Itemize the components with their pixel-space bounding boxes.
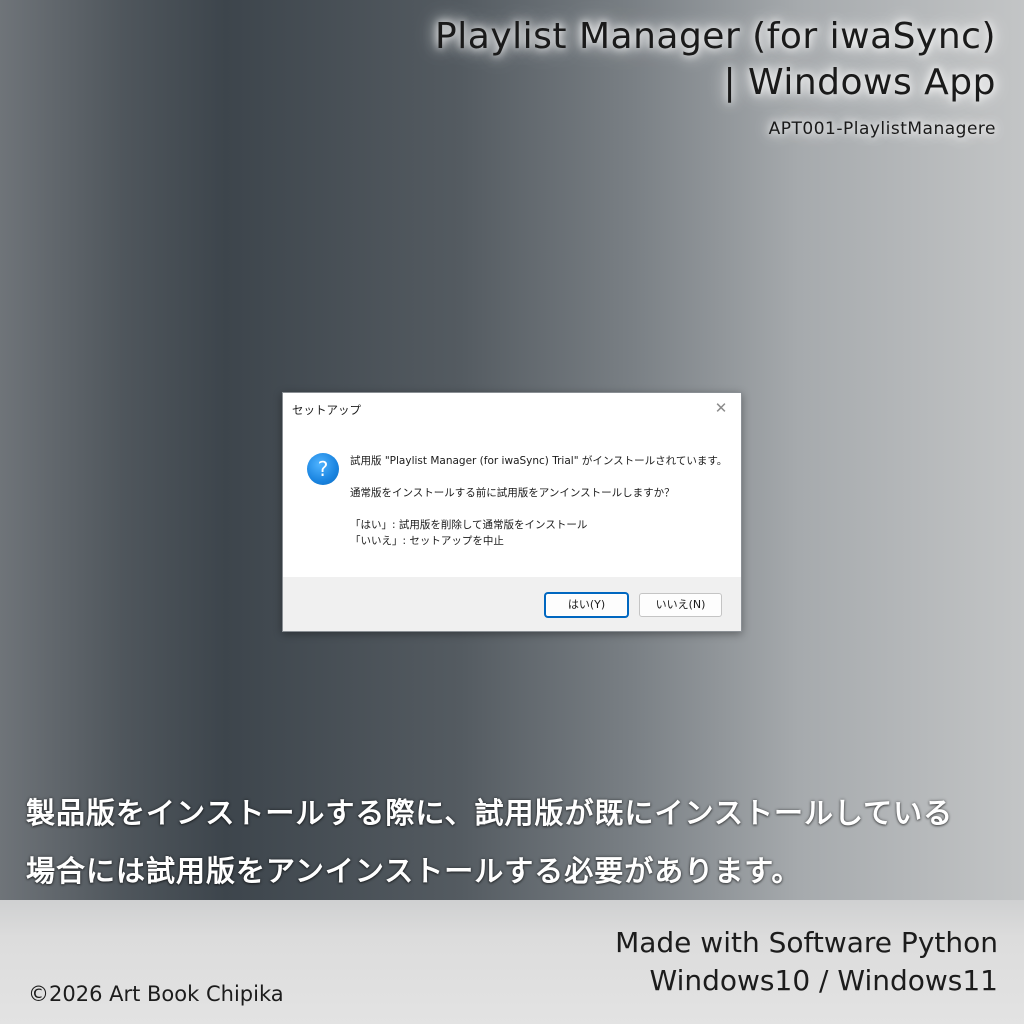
- made-with-line-2: Windows10 / Windows11: [649, 964, 998, 997]
- close-icon[interactable]: ✕: [709, 397, 733, 419]
- dialog-titlebar[interactable]: セットアップ ✕: [283, 393, 741, 425]
- caption-line-2: 場合には試用版をアンインストールする必要があります。: [26, 854, 802, 888]
- product-title-line-1: Playlist Manager (for iwaSync): [435, 16, 996, 57]
- product-title-block: Playlist Manager (for iwaSync) | Windows…: [435, 14, 996, 140]
- footer-band: Made with Software Python Windows10 / Wi…: [0, 900, 1024, 1024]
- dialog-title: セットアップ: [292, 403, 361, 417]
- dialog-message-yes-explanation: 「はい」: 試用版を削除して通常版をインストール: [350, 519, 588, 531]
- yes-button[interactable]: はい(Y): [545, 593, 628, 617]
- setup-dialog: セットアップ ✕ ? 試用版 "Playlist Manager (for iw…: [282, 392, 742, 632]
- product-code: APT001-PlaylistManagere: [768, 119, 996, 139]
- dialog-message-trial-installed: 試用版 "Playlist Manager (for iwaSync) Tria…: [350, 455, 728, 467]
- dialog-message-no-explanation: 「いいえ」: セットアップを中止: [350, 535, 504, 547]
- made-with-line-1: Made with Software Python: [615, 926, 998, 959]
- dialog-body: ? 試用版 "Playlist Manager (for iwaSync) Tr…: [283, 425, 741, 577]
- caption-line-1: 製品版をインストールする際に、試用版が既にインストールしている: [26, 796, 954, 830]
- question-icon: ?: [307, 453, 339, 485]
- product-title-line-2: | Windows App: [723, 62, 996, 103]
- no-button[interactable]: いいえ(N): [639, 593, 722, 617]
- dialog-footer: はい(Y) いいえ(N): [283, 577, 741, 631]
- dialog-message-uninstall-prompt: 通常版をインストールする前に試用版をアンインストールしますか？: [350, 487, 675, 499]
- copyright-text: ©2026 Art Book Chipika: [28, 982, 284, 1006]
- made-with-info: Made with Software Python Windows10 / Wi…: [615, 924, 998, 1000]
